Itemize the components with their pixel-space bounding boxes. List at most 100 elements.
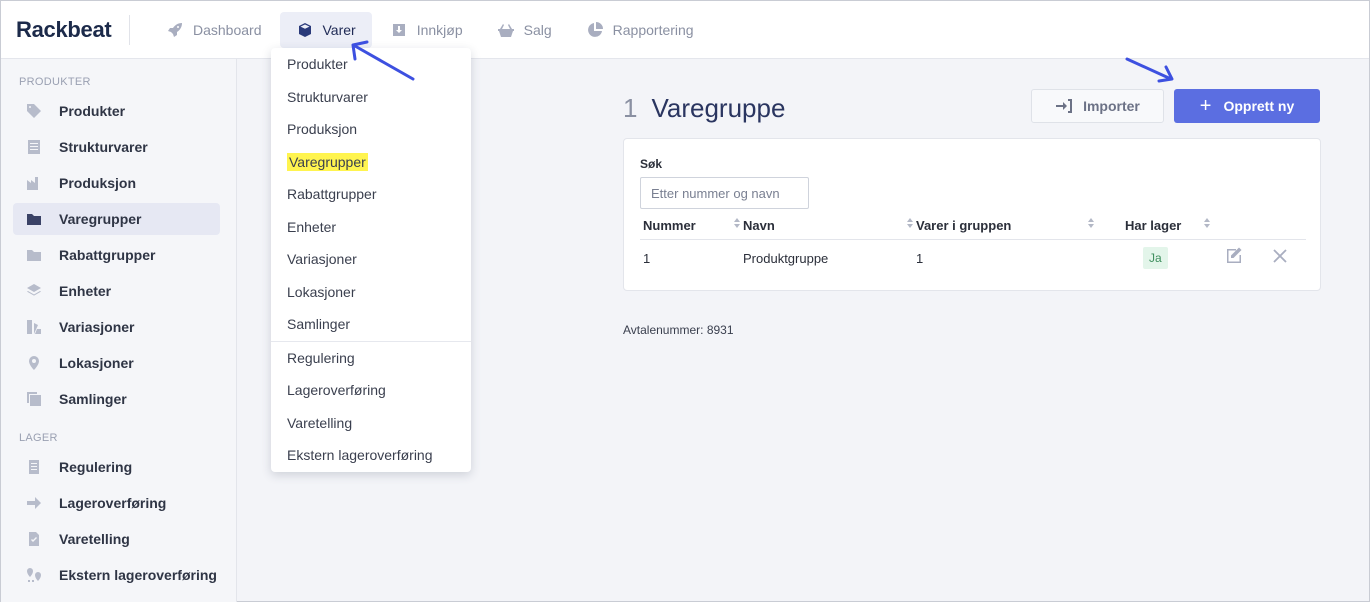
sidebar-item-label: Strukturvarer	[59, 139, 148, 155]
nav-salg[interactable]: Salg	[481, 12, 568, 48]
cell-navn: Produktgruppe	[743, 251, 829, 266]
sort-nummer[interactable]	[726, 218, 740, 228]
cell-nummer: 1	[643, 251, 651, 266]
top-bar: Rackbeat Dashboard Varer Innkjøp Salg Ra…	[1, 1, 1369, 59]
menu-item-lokasjoner[interactable]: Lokasjoner	[271, 276, 471, 309]
sidebar: PRODUKTER Produkter Strukturvarer Produk…	[1, 59, 237, 602]
nav-label: Salg	[523, 21, 552, 38]
import-label: Importer	[1083, 98, 1140, 114]
column-header-navn[interactable]: Navn	[743, 218, 775, 233]
sidebar-item-label: Lokasjoner	[59, 355, 134, 371]
column-header-nummer[interactable]: Nummer	[643, 218, 696, 233]
menu-item-lageroverforing[interactable]: Lageroverføring	[271, 374, 471, 407]
box-icon	[296, 21, 314, 39]
import-icon	[1056, 99, 1073, 113]
basket-icon	[497, 21, 515, 39]
delete-icon[interactable]	[1271, 247, 1289, 265]
logo-divider	[129, 14, 130, 45]
annotation-arrow-create	[1125, 57, 1174, 83]
create-label: Opprett ny	[1223, 98, 1295, 114]
plus-icon: +	[1199, 95, 1212, 117]
page-title: 1 Varegruppe	[623, 93, 785, 124]
sidebar-item-varetelling[interactable]: Varetelling	[13, 523, 220, 555]
search-label: Søk	[640, 157, 663, 171]
create-new-button[interactable]: + Opprett ny	[1174, 89, 1320, 123]
sort-icon	[734, 218, 740, 228]
sort-varer[interactable]	[1080, 218, 1094, 228]
sidebar-item-label: Samlinger	[59, 391, 127, 407]
nav-rapportering[interactable]: Rapportering	[570, 12, 710, 48]
map-pin-icon	[25, 354, 43, 372]
sidebar-item-label: Regulering	[59, 459, 133, 475]
sidebar-item-regulering[interactable]: Regulering	[13, 451, 220, 483]
sidebar-item-enheter[interactable]: Enheter	[13, 275, 220, 307]
column-header-har-lager[interactable]: Har lager	[1125, 218, 1181, 233]
menu-item-enheter[interactable]: Enheter	[271, 211, 471, 244]
list-icon	[25, 138, 43, 156]
sidebar-section-produkter: PRODUKTER	[19, 76, 91, 88]
nav-label: Dashboard	[193, 21, 262, 38]
nav-label: Innkjøp	[416, 21, 463, 38]
column-header-varer[interactable]: Varer i gruppen	[916, 218, 1011, 233]
sidebar-item-strukturvarer[interactable]: Strukturvarer	[13, 131, 220, 163]
sidebar-item-samlinger[interactable]: Samlinger	[13, 383, 220, 415]
nav-label: Varer	[322, 21, 356, 38]
sidebar-item-label: Rabattgrupper	[59, 247, 156, 263]
sidebar-section-lager: LAGER	[19, 432, 58, 444]
sidebar-item-label: Enheter	[59, 283, 112, 299]
variations-icon	[25, 318, 43, 336]
import-button[interactable]: Importer	[1031, 89, 1164, 123]
sidebar-item-lokasjoner[interactable]: Lokasjoner	[13, 347, 220, 379]
sidebar-item-label: Variasjoner	[59, 319, 135, 335]
varer-dropdown-menu: Produkter Strukturvarer Produksjon Vareg…	[271, 48, 471, 472]
sidebar-item-ekstern-lageroverforing[interactable]: Ekstern lageroverføring	[13, 559, 220, 591]
sort-har-lager[interactable]	[1196, 218, 1210, 228]
nav-label: Rapportering	[612, 21, 694, 38]
sidebar-item-produkter[interactable]: Produkter	[13, 95, 220, 127]
menu-item-rabattgrupper[interactable]: Rabattgrupper	[271, 178, 471, 211]
pins-icon	[25, 566, 43, 584]
sidebar-item-label: Varetelling	[59, 531, 130, 547]
sidebar-item-variasjoner[interactable]: Variasjoner	[13, 311, 220, 343]
sort-icon	[1088, 218, 1094, 228]
factory-icon	[25, 174, 43, 192]
sidebar-item-label: Ekstern lageroverføring	[59, 567, 217, 583]
sidebar-item-produksjon[interactable]: Produksjon	[13, 167, 220, 199]
annotation-arrow-varer	[351, 40, 415, 81]
page-title-text: Varegruppe	[651, 93, 786, 123]
menu-item-varegrupper[interactable]: Varegrupper	[271, 146, 471, 179]
sidebar-item-label: Produksjon	[59, 175, 137, 191]
sidebar-item-varegrupper[interactable]: Varegrupper	[13, 203, 220, 235]
menu-item-variasjoner[interactable]: Variasjoner	[271, 243, 471, 276]
pie-chart-icon	[586, 21, 604, 39]
layers-icon	[25, 282, 43, 300]
collection-icon	[25, 390, 43, 408]
nav-dashboard[interactable]: Dashboard	[150, 12, 278, 48]
search-input[interactable]	[640, 177, 809, 209]
sort-navn[interactable]	[899, 218, 913, 228]
menu-item-ekstern-lageroverforing[interactable]: Ekstern lageroverføring	[271, 439, 471, 472]
sidebar-item-label: Lageroverføring	[59, 495, 167, 511]
folder-icon	[25, 246, 43, 264]
cell-varer: 1	[916, 251, 924, 266]
agreement-number: Avtalenummer: 8931	[623, 323, 734, 337]
edit-icon[interactable]	[1224, 246, 1244, 266]
logo[interactable]: Rackbeat	[1, 17, 129, 43]
document-icon	[25, 458, 43, 476]
arrow-right-icon	[25, 494, 43, 512]
table-header-divider	[640, 239, 1306, 240]
highlighted-label: Varegrupper	[287, 152, 368, 171]
checklist-icon	[25, 530, 43, 548]
menu-item-samlinger[interactable]: Samlinger	[271, 308, 471, 341]
sidebar-item-rabattgrupper[interactable]: Rabattgrupper	[13, 239, 220, 271]
sidebar-item-label: Varegrupper	[59, 211, 142, 227]
folder-icon	[25, 210, 43, 228]
item-count: 1	[623, 93, 638, 123]
menu-item-varetelling[interactable]: Varetelling	[271, 407, 471, 440]
sidebar-item-label: Produkter	[59, 103, 126, 119]
sort-icon	[1204, 218, 1210, 228]
sidebar-item-lageroverforing[interactable]: Lageroverføring	[13, 487, 220, 519]
menu-item-produksjon[interactable]: Produksjon	[271, 113, 471, 146]
menu-item-regulering[interactable]: Regulering	[271, 342, 471, 375]
tag-icon	[25, 102, 43, 120]
